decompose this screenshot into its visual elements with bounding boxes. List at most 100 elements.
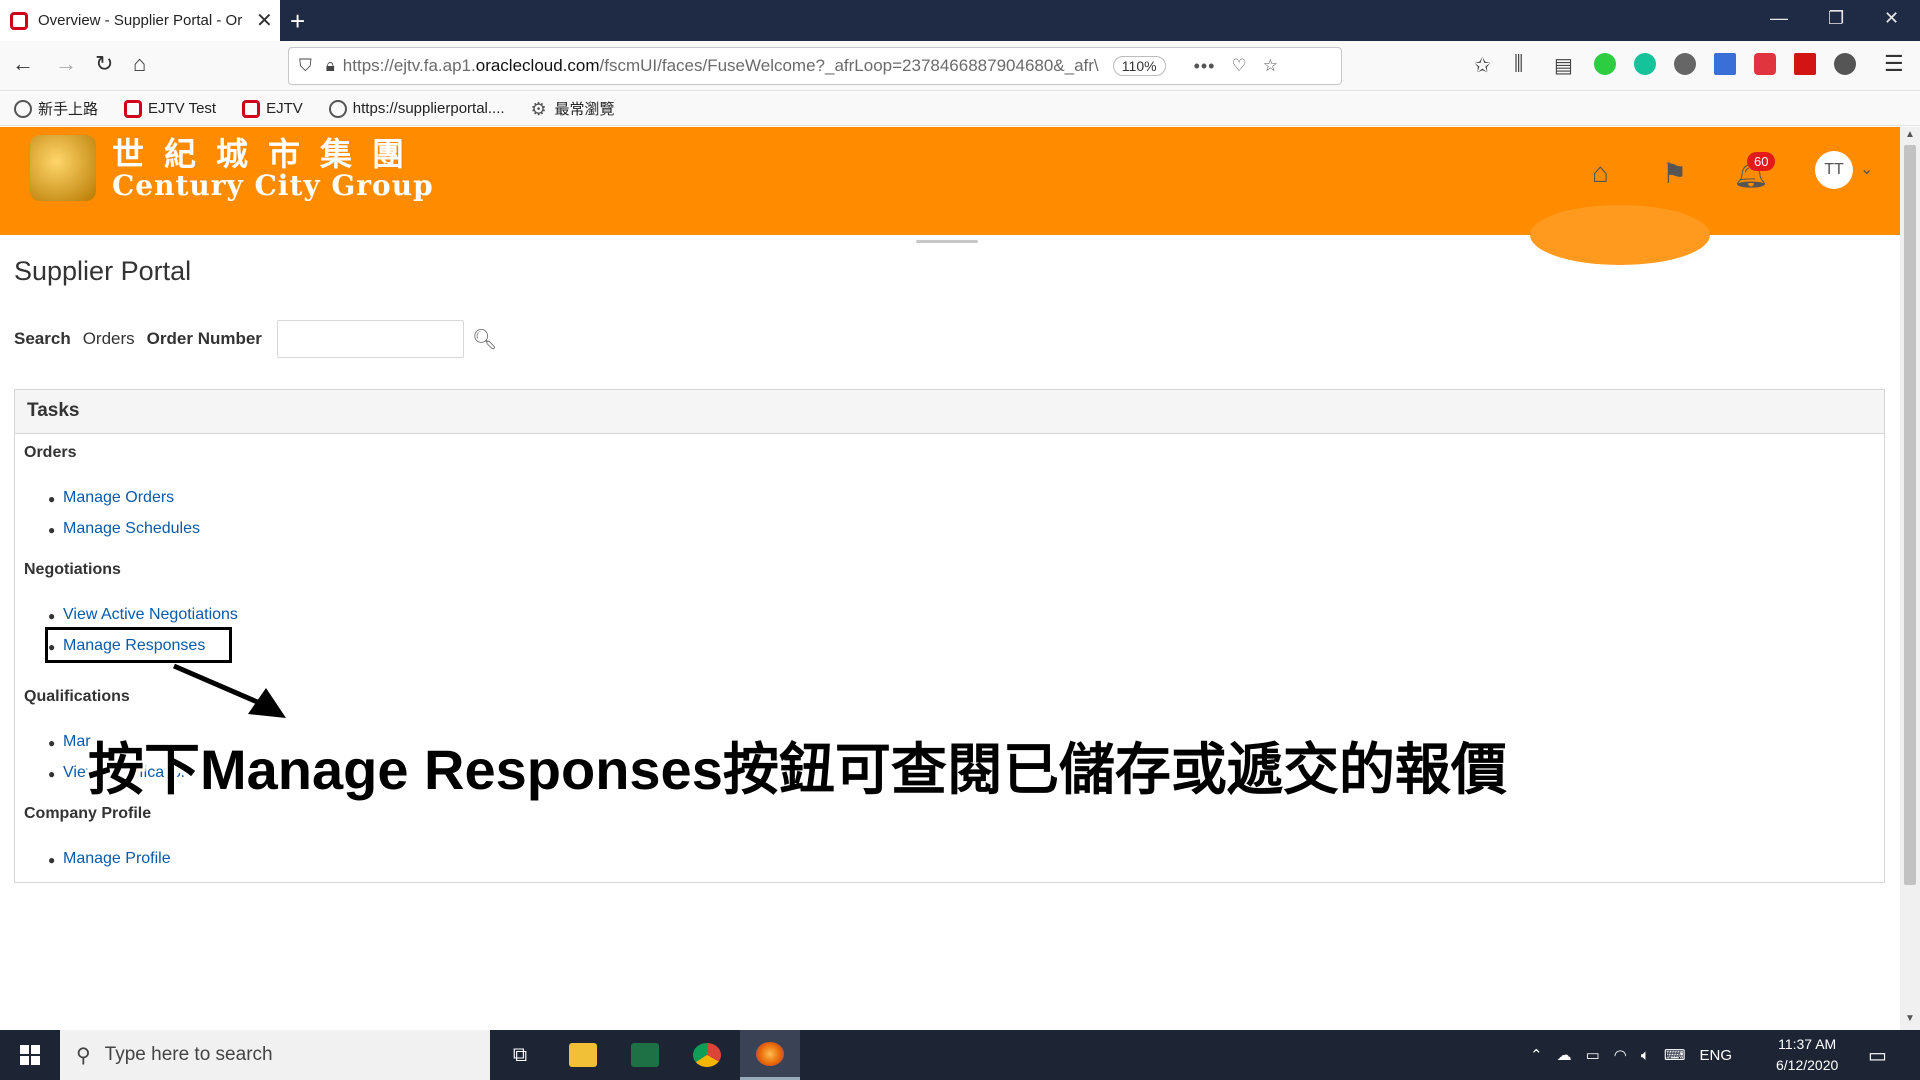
forward-icon[interactable]: → <box>55 51 77 77</box>
lock-icon[interactable]: 🔒︎ <box>326 56 335 76</box>
company-logo[interactable] <box>30 135 96 201</box>
zoom-level[interactable]: 110% <box>1112 56 1166 76</box>
globe-icon <box>328 99 347 118</box>
chevron-down-icon[interactable]: ⌄ <box>1860 159 1873 179</box>
manage-profile-link[interactable]: Manage Profile <box>63 850 171 868</box>
page-scrollbar[interactable]: ▲ ▼ <box>1900 127 1920 1030</box>
view-active-negotiations-link[interactable]: View Active Negotiations <box>63 606 238 624</box>
address-bar[interactable]: ⛉ 🔒︎ https://ejtv.fa.ap1.oraclecloud.com… <box>288 47 1342 85</box>
task-view-button[interactable]: ⧉ <box>490 1030 550 1080</box>
grammarly-icon[interactable] <box>1634 53 1656 75</box>
window-close-icon[interactable]: ✕ <box>1884 8 1899 29</box>
start-button[interactable] <box>0 1030 60 1080</box>
search-category[interactable]: Orders <box>83 329 135 349</box>
system-tray: ⌃ ☁ ▭ ◠ 🔈︎ ⌨ ENG <box>1530 1030 1732 1080</box>
pdf-extension-icon[interactable] <box>1794 53 1816 75</box>
shield-extension-icon[interactable] <box>1754 53 1776 75</box>
reading-list-icon[interactable]: ✩ <box>1474 53 1496 77</box>
bookmark-item[interactable]: 新手上路 <box>14 98 98 119</box>
reload-icon[interactable]: ↻ <box>95 51 113 77</box>
bookmark-extension-icon[interactable] <box>1714 53 1736 75</box>
bullet: ● <box>48 523 56 537</box>
search-icon: ⚲ <box>76 1044 91 1067</box>
action-center-icon[interactable]: ▭ <box>1868 1043 1887 1068</box>
bookmark-star-icon[interactable]: ☆ <box>1263 56 1278 76</box>
language-indicator[interactable]: ENG <box>1700 1047 1733 1064</box>
scrollbar-thumb[interactable] <box>1904 145 1916 885</box>
bookmark-item[interactable]: https://supplierportal.... <box>328 99 505 118</box>
extension-check-icon[interactable] <box>1594 53 1616 75</box>
shield-icon[interactable]: ⛉ <box>299 56 312 76</box>
flag-icon[interactable]: ⚑ <box>1662 157 1687 190</box>
battery-icon[interactable]: ▭ <box>1586 1046 1600 1064</box>
extension-icon[interactable] <box>1834 53 1856 75</box>
restore-icon[interactable]: ❐ <box>1828 8 1844 29</box>
collapse-handle[interactable] <box>916 240 978 243</box>
browser-tab[interactable]: Overview - Supplier Portal - Or ✕ <box>0 0 280 41</box>
pocket-icon[interactable]: ♡ <box>1231 56 1246 76</box>
notification-badge: 60 <box>1747 152 1776 171</box>
wifi-icon[interactable]: ◠ <box>1614 1046 1627 1064</box>
keyboard-icon[interactable]: ⌨ <box>1664 1046 1686 1064</box>
firefox-button[interactable] <box>740 1030 800 1080</box>
taskbar-search[interactable]: ⚲ Type here to search <box>60 1030 490 1080</box>
bullet: ● <box>48 853 56 867</box>
tasks-panel: Tasks Orders ● Manage Orders ● Manage Sc… <box>14 389 1885 883</box>
url-text[interactable]: https://ejtv.fa.ap1.oraclecloud.com/fscm… <box>343 56 1103 76</box>
home-icon[interactable]: ⌂ <box>1592 157 1609 189</box>
chrome-button[interactable] <box>677 1030 737 1080</box>
taskbar-search-placeholder: Type here to search <box>104 1044 273 1065</box>
clock[interactable]: 11:37 AM 6/12/2020 <box>1776 1034 1838 1076</box>
folder-icon <box>569 1043 597 1067</box>
manage-qualifications-link[interactable]: Mar <box>63 733 91 751</box>
minimize-icon[interactable]: — <box>1770 8 1788 29</box>
clock-time: 11:37 AM <box>1778 1036 1837 1052</box>
library-icon[interactable]: ⫼ <box>1514 53 1536 75</box>
more-actions-icon[interactable]: ••• <box>1194 56 1216 77</box>
manage-schedules-link[interactable]: Manage Schedules <box>63 520 200 538</box>
bullet: ● <box>48 736 56 750</box>
browser-navbar: ← → ↻ ⌂ ⛉ 🔒︎ https://ejtv.fa.ap1.oraclec… <box>0 41 1920 91</box>
file-explorer-button[interactable] <box>553 1030 613 1080</box>
close-tab-icon[interactable]: ✕ <box>256 8 273 33</box>
taskbar: ⚲ Type here to search ⧉ ⌃ ☁ ▭ ◠ 🔈︎ ⌨ ENG… <box>0 1030 1920 1080</box>
bookmark-item[interactable]: ⚙ 最常瀏覽 <box>531 98 615 119</box>
onedrive-icon[interactable]: ☁ <box>1557 1046 1572 1064</box>
new-tab-icon[interactable]: + <box>290 6 305 37</box>
volume-icon[interactable]: 🔈︎ <box>1641 1047 1650 1064</box>
qualifications-section-title: Qualifications <box>24 688 130 705</box>
oracle-favicon-icon <box>10 11 28 30</box>
bullet: ● <box>48 492 56 506</box>
excel-button[interactable] <box>615 1030 675 1080</box>
sidebar-icon[interactable]: ▤ <box>1554 53 1576 77</box>
annotation-arrow-icon <box>173 663 286 718</box>
oracle-icon <box>124 99 143 118</box>
gear-icon: ⚙ <box>530 98 547 119</box>
brand-name-english: Century City Group <box>112 169 434 202</box>
bullet: ● <box>48 609 56 623</box>
bookmark-item[interactable]: EJTV Test <box>124 99 216 118</box>
page-title: Supplier Portal <box>14 256 192 286</box>
manage-orders-link[interactable]: Manage Orders <box>63 489 174 507</box>
search-icon[interactable]: 🔍︎ <box>472 327 497 352</box>
orders-section-title: Orders <box>24 444 77 461</box>
bookmark-item[interactable]: EJTV <box>242 99 303 118</box>
account-icon[interactable] <box>1674 53 1696 75</box>
task-view-icon: ⧉ <box>512 1043 528 1066</box>
app-header: 世紀城市集團 Century City Group ⌂ ⚑ 🔔︎ 60 TT ⌄ <box>0 127 1900 265</box>
clock-date: 6/12/2020 <box>1776 1057 1839 1073</box>
scroll-down-icon[interactable]: ▼ <box>1905 1013 1915 1024</box>
scroll-up-icon[interactable]: ▲ <box>1905 129 1915 140</box>
bullet: ● <box>48 767 56 781</box>
browser-titlebar: Overview - Supplier Portal - Or ✕ + — ❐ … <box>0 0 1920 41</box>
chevron-up-icon[interactable]: ⌃ <box>1530 1046 1543 1064</box>
menu-icon[interactable]: ☰ <box>1884 51 1904 77</box>
back-icon[interactable]: ← <box>12 51 34 77</box>
home-icon[interactable]: ⌂ <box>133 51 146 77</box>
tasks-title: Tasks <box>15 390 1884 434</box>
excel-icon <box>631 1043 659 1067</box>
globe-icon <box>14 99 32 118</box>
toolbar-icons: ✩ ⫼ ▤ <box>1474 53 1856 77</box>
avatar[interactable]: TT <box>1815 151 1853 189</box>
order-number-input[interactable] <box>276 320 464 358</box>
